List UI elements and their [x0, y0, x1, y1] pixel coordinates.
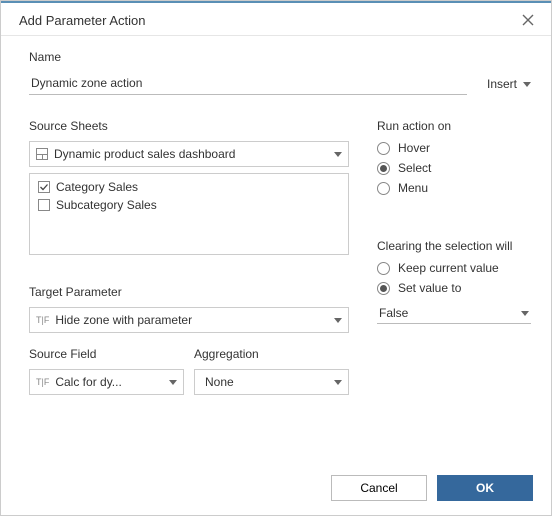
target-parameter-dropdown[interactable]: T|F Hide zone with parameter — [29, 307, 349, 333]
dialog-footer: Cancel OK — [1, 463, 551, 515]
insert-button[interactable]: Insert — [487, 77, 531, 95]
sheet-label: Subcategory Sales — [56, 198, 157, 212]
name-input[interactable] — [29, 72, 467, 95]
radio-label: Select — [398, 161, 431, 175]
sheet-checkbox-category-sales[interactable]: Category Sales — [38, 180, 340, 194]
sheet-label: Category Sales — [56, 180, 138, 194]
radio-icon — [377, 282, 390, 295]
target-parameter-value: Hide zone with parameter — [55, 313, 328, 327]
source-field-value: Calc for dy... — [55, 375, 163, 389]
titlebar: Add Parameter Action — [1, 1, 551, 36]
chevron-down-icon — [334, 152, 342, 157]
add-parameter-action-dialog: Add Parameter Action Name Insert Source … — [0, 0, 552, 516]
radio-label: Set value to — [398, 281, 461, 295]
radio-icon — [377, 142, 390, 155]
aggregation-label: Aggregation — [194, 347, 349, 361]
source-field-label: Source Field — [29, 347, 184, 361]
dialog-body: Name Insert Source Sheets Dynamic produc… — [1, 36, 551, 463]
truefalse-icon: T|F — [36, 377, 49, 387]
workbook-value: Dynamic product sales dashboard — [54, 147, 328, 161]
source-sheets-label: Source Sheets — [29, 119, 349, 133]
clearing-value: False — [379, 306, 521, 320]
aggregation-value: None — [201, 375, 328, 389]
clearing-keep-current[interactable]: Keep current value — [377, 261, 531, 275]
clearing-value-dropdown[interactable]: False — [377, 303, 531, 324]
dialog-title: Add Parameter Action — [19, 13, 145, 28]
sheet-checkbox-subcategory-sales[interactable]: Subcategory Sales — [38, 198, 340, 212]
target-parameter-label: Target Parameter — [29, 285, 349, 299]
cancel-button[interactable]: Cancel — [331, 475, 427, 501]
aggregation-dropdown[interactable]: None — [194, 369, 349, 395]
truefalse-icon: T|F — [36, 315, 49, 325]
radio-icon — [377, 162, 390, 175]
ok-button[interactable]: OK — [437, 475, 533, 501]
run-on-hover[interactable]: Hover — [377, 141, 531, 155]
radio-label: Hover — [398, 141, 430, 155]
checkbox-icon — [38, 199, 50, 211]
source-field-dropdown[interactable]: T|F Calc for dy... — [29, 369, 184, 395]
radio-label: Menu — [398, 181, 428, 195]
run-action-label: Run action on — [377, 119, 531, 133]
workbook-dropdown[interactable]: Dynamic product sales dashboard — [29, 141, 349, 167]
sheets-listbox: Category Sales Subcategory Sales — [29, 173, 349, 255]
close-icon[interactable] — [519, 11, 537, 29]
dashboard-icon — [36, 148, 48, 160]
radio-icon — [377, 182, 390, 195]
run-on-menu[interactable]: Menu — [377, 181, 531, 195]
chevron-down-icon — [521, 311, 529, 316]
chevron-down-icon — [334, 318, 342, 323]
checkbox-icon — [38, 181, 50, 193]
chevron-down-icon — [169, 380, 177, 385]
name-label: Name — [29, 50, 531, 64]
chevron-down-icon — [523, 82, 531, 87]
insert-label: Insert — [487, 77, 517, 91]
run-on-select[interactable]: Select — [377, 161, 531, 175]
clearing-set-value[interactable]: Set value to — [377, 281, 531, 295]
radio-icon — [377, 262, 390, 275]
radio-label: Keep current value — [398, 261, 499, 275]
clearing-label: Clearing the selection will — [377, 239, 531, 253]
chevron-down-icon — [334, 380, 342, 385]
